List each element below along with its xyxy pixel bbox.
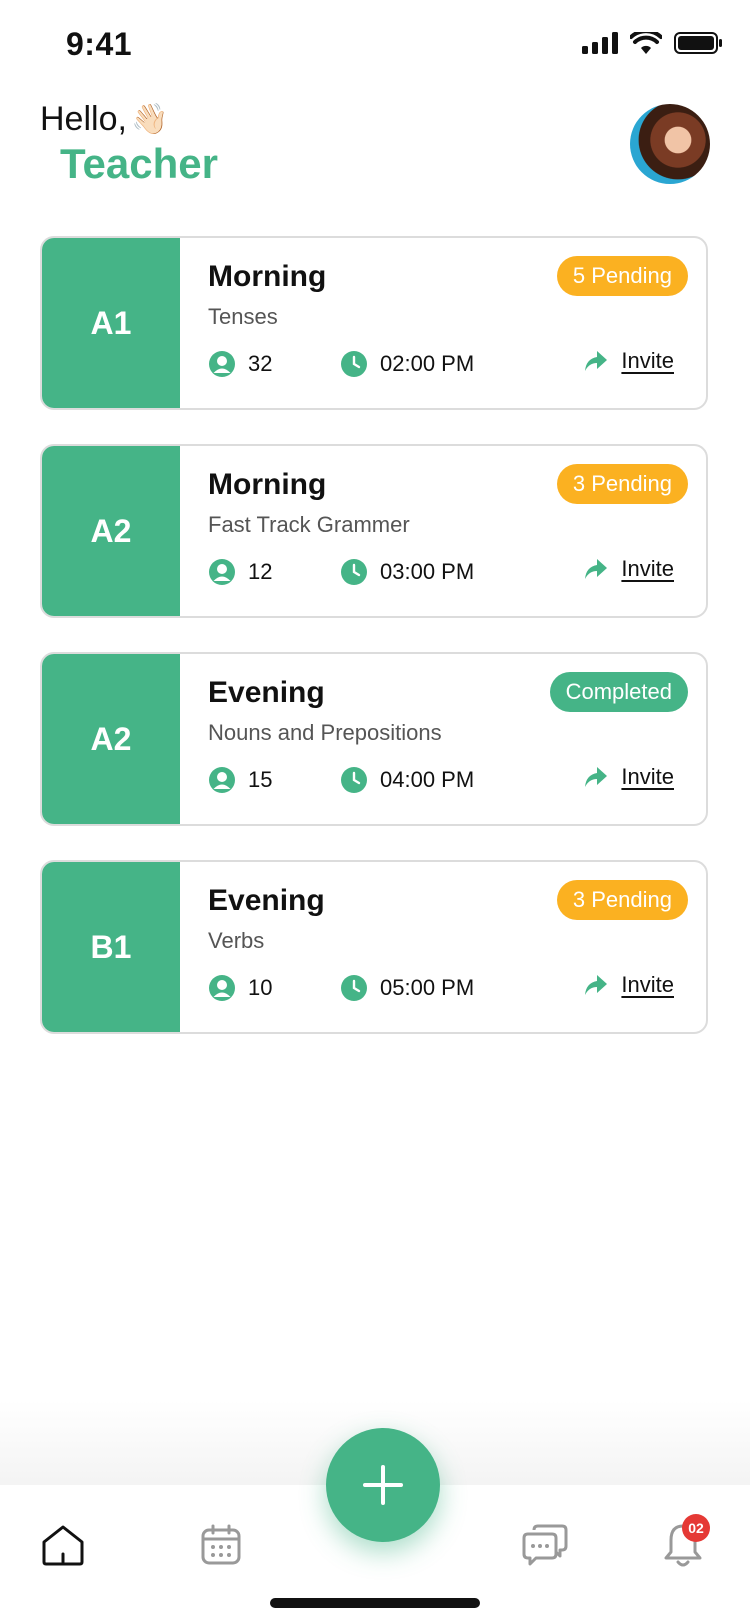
battery-icon	[674, 32, 722, 54]
status-badge: Completed	[549, 672, 688, 712]
clock-icon	[340, 558, 368, 586]
class-level: A1	[42, 238, 180, 408]
avatar[interactable]	[630, 104, 710, 184]
class-time: 04:00 PM	[340, 766, 474, 794]
invite-button[interactable]: Invite	[583, 556, 674, 582]
wave-icon: 👋🏻	[130, 103, 169, 136]
invite-button[interactable]: Invite	[583, 348, 674, 374]
class-card[interactable]: A2 Evening Nouns and Prepositions Completed…	[40, 652, 708, 826]
status-time: 9:41	[66, 26, 133, 62]
nav-calendar[interactable]	[196, 1520, 246, 1570]
status-badge: 5 Pending	[556, 256, 688, 296]
class-level: A2	[42, 446, 180, 616]
status-icons	[582, 32, 722, 54]
home-icon	[42, 1525, 84, 1566]
student-count: 10	[208, 974, 272, 1002]
class-card[interactable]: A2 Morning Fast Track Grammer 3 Pending 12 03…	[40, 444, 708, 618]
class-time-value: 02:00 PM	[380, 351, 475, 376]
status-badge: 3 Pending	[556, 464, 688, 504]
clock-icon	[340, 766, 368, 794]
class-time: 05:00 PM	[340, 974, 474, 1002]
calendar-icon	[201, 1524, 241, 1565]
user-icon	[208, 350, 236, 378]
wifi-icon	[630, 32, 662, 54]
invite-button[interactable]: Invite	[583, 972, 674, 998]
teacher-name: Teacher	[60, 140, 218, 187]
class-session: Evening	[208, 676, 325, 709]
status-badge: 3 Pending	[556, 880, 688, 920]
class-session: Evening	[208, 884, 325, 917]
student-count-value: 32	[248, 351, 273, 376]
clock-icon	[340, 974, 368, 1002]
clock-icon	[340, 350, 368, 378]
invite-label: Invite	[621, 556, 674, 581]
greeting: Hello, 👋🏻	[40, 100, 168, 139]
greeting-text: Hello,	[40, 100, 127, 138]
user-icon	[208, 974, 236, 1002]
class-card[interactable]: A1 Morning Tenses 5 Pending 32 02:00 PM Invite	[40, 236, 708, 410]
share-icon	[583, 973, 609, 997]
class-topic: Tenses	[208, 304, 278, 329]
nav-chat[interactable]	[520, 1520, 570, 1570]
class-level: B1	[42, 862, 180, 1032]
class-level: A2	[42, 654, 180, 824]
student-count: 12	[208, 558, 272, 586]
class-time: 02:00 PM	[340, 350, 474, 378]
share-icon	[583, 557, 609, 581]
invite-label: Invite	[621, 972, 674, 997]
class-topic: Nouns and Prepositions	[208, 720, 442, 745]
add-icon	[363, 1465, 403, 1505]
student-count: 32	[208, 350, 272, 378]
invite-button[interactable]: Invite	[583, 764, 674, 790]
student-count: 15	[208, 766, 272, 794]
notification-badge: 02	[682, 1514, 710, 1542]
student-count-value: 15	[248, 767, 273, 792]
class-card[interactable]: B1 Evening Verbs 3 Pending 10 05:00 PM Invite	[40, 860, 708, 1034]
status-bar: 9:41	[0, 0, 750, 90]
student-count-value: 10	[248, 975, 273, 1000]
class-time: 03:00 PM	[340, 558, 474, 586]
class-time-value: 05:00 PM	[380, 975, 475, 1000]
class-session: Morning	[208, 468, 327, 501]
add-button[interactable]	[326, 1428, 440, 1542]
home-indicator	[270, 1598, 480, 1608]
class-topic: Fast Track Grammer	[208, 512, 410, 537]
share-icon	[583, 349, 609, 373]
chat-icon	[522, 1524, 568, 1566]
class-time-value: 04:00 PM	[380, 767, 475, 792]
invite-label: Invite	[621, 348, 674, 373]
user-icon	[208, 766, 236, 794]
student-count-value: 12	[248, 559, 273, 584]
class-time-value: 03:00 PM	[380, 559, 475, 584]
class-session: Morning	[208, 260, 327, 293]
signal-icon	[582, 32, 618, 54]
class-topic: Verbs	[208, 928, 265, 953]
share-icon	[583, 765, 609, 789]
user-icon	[208, 558, 236, 586]
nav-home[interactable]	[38, 1520, 88, 1570]
invite-label: Invite	[621, 764, 674, 789]
